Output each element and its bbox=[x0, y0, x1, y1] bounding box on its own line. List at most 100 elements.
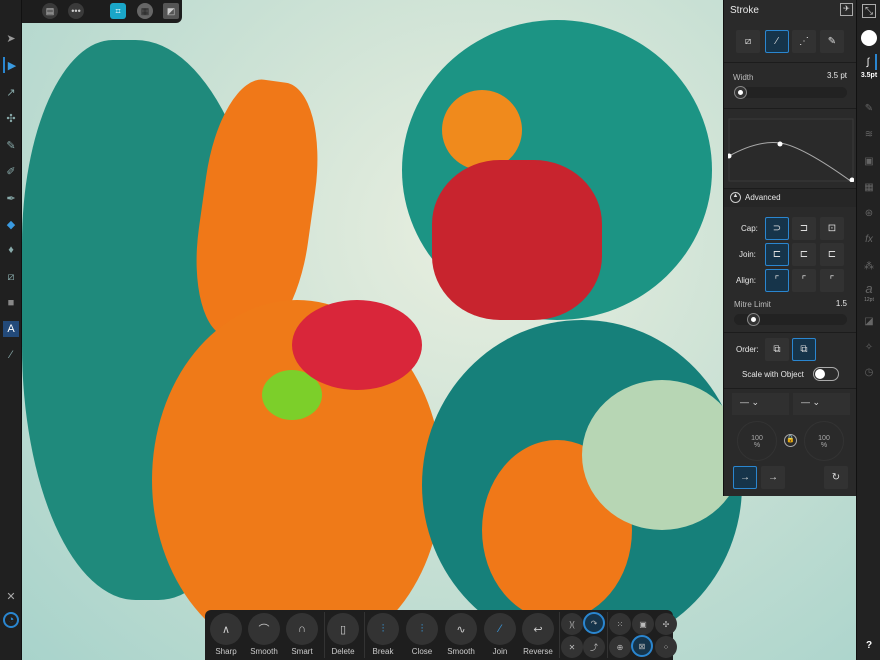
align-inside-button[interactable]: ⌜ bbox=[792, 269, 816, 292]
view-mode-icon[interactable]: ◩ bbox=[163, 3, 179, 19]
point-transform-tool-icon[interactable]: ✣ bbox=[3, 110, 19, 126]
join-button[interactable]: ⁄ Join bbox=[483, 613, 517, 656]
stroke-size-label: 3.5pt bbox=[860, 72, 878, 79]
join-round-button[interactable]: ⊏ bbox=[792, 243, 816, 266]
move-tool-icon[interactable]: ➤ bbox=[3, 30, 19, 46]
effects-icon[interactable]: ▣ bbox=[861, 153, 877, 169]
node-tool-icon[interactable]: ▶ bbox=[3, 57, 19, 73]
end-arrowhead-select[interactable]: — ⌄ bbox=[793, 393, 850, 415]
node-context-toolbar: ∧ Sharp ⌒ Smooth ∩ Smart ▯ Delete ⫶ Break ⫶ Cl… bbox=[205, 610, 677, 660]
order-front-button[interactable]: ⧉ bbox=[792, 338, 816, 361]
shape-tool-icon[interactable]: ■ bbox=[3, 295, 19, 311]
align-center-button[interactable]: ⌜ bbox=[765, 269, 789, 292]
advanced-toggle[interactable]: ▲ Advanced bbox=[724, 189, 857, 207]
break-button[interactable]: ⫶ Break bbox=[366, 613, 400, 656]
arrowhead-outside-button[interactable]: → bbox=[733, 466, 757, 489]
grid-icon[interactable]: ▦ bbox=[137, 3, 153, 19]
panel-title: Stroke bbox=[730, 5, 759, 16]
sharp-button[interactable]: ∧ Sharp bbox=[209, 613, 243, 656]
no-stroke-button[interactable]: ⧄ bbox=[736, 30, 760, 53]
smooth-curve-button[interactable]: ∿ Smooth bbox=[444, 613, 478, 656]
layers-icon[interactable]: ≋ bbox=[861, 126, 877, 142]
arrowhead-inside-button[interactable]: → bbox=[761, 466, 785, 489]
width-slider[interactable] bbox=[734, 87, 847, 98]
cap-round-button[interactable]: ⊐ bbox=[792, 217, 816, 240]
context-icon[interactable]: ◔ bbox=[3, 612, 19, 628]
cap-square-button[interactable]: ⊡ bbox=[820, 217, 844, 240]
fill-color-swatch[interactable] bbox=[861, 30, 877, 46]
order-behind-button[interactable]: ⧉ bbox=[765, 338, 789, 361]
appearance-icon[interactable]: ⊛ bbox=[861, 205, 877, 221]
join-miter-button[interactable]: ⊏ bbox=[765, 243, 789, 266]
collapse-icon: ▲ bbox=[730, 192, 741, 203]
start-scale-dial[interactable]: 100% bbox=[737, 421, 777, 461]
snap-tangent-icon[interactable]: ⤴ bbox=[583, 636, 605, 658]
stroke-studio-icon[interactable]: ∫ bbox=[861, 54, 877, 70]
break-icon: ⫶ bbox=[367, 613, 399, 645]
close-icon[interactable]: ✕ bbox=[3, 588, 19, 604]
lock-icon[interactable]: 🔒 bbox=[784, 434, 797, 447]
swatches-icon[interactable]: ▦ bbox=[861, 179, 877, 195]
fill-tool-icon[interactable]: ◆ bbox=[3, 216, 19, 232]
navigator-icon[interactable]: ✧ bbox=[861, 339, 877, 355]
crop-tool-icon[interactable]: ⧄ bbox=[3, 269, 19, 285]
smart-icon: ∩ bbox=[286, 613, 318, 645]
help-icon[interactable]: ? bbox=[861, 637, 877, 653]
smart-button[interactable]: ∩ Smart bbox=[285, 613, 319, 656]
smooth-node-icon: ⌒ bbox=[248, 613, 280, 645]
align-outside-button[interactable]: ⌜ bbox=[820, 269, 844, 292]
smooth-node-button[interactable]: ⌒ Smooth bbox=[247, 613, 281, 656]
tiger-mouth-art bbox=[292, 300, 422, 390]
pen-tool-icon[interactable]: ✒ bbox=[3, 190, 19, 206]
select-box-icon[interactable]: ▣ bbox=[632, 613, 654, 635]
crosshair-icon[interactable]: ⊕ bbox=[609, 636, 631, 658]
studio-sidebar: ⤡ ∫ 3.5pt ✎ ≋ ▣ ▦ ⊛ fx ⁂ a 12pt ◪ ✧ ◷ ? bbox=[856, 0, 880, 660]
pressure-curve[interactable] bbox=[728, 118, 854, 182]
text-size-label: 12pt bbox=[864, 297, 874, 303]
end-scale-dial[interactable]: 100% bbox=[804, 421, 844, 461]
document-icon[interactable]: ▤ bbox=[42, 3, 58, 19]
scale-with-object-toggle[interactable] bbox=[813, 367, 839, 381]
transform-mode-icon[interactable]: ⊠ bbox=[631, 635, 653, 657]
reverse-button[interactable]: ↩ Reverse bbox=[521, 613, 555, 656]
pencil-tool-icon[interactable]: ✎ bbox=[3, 137, 19, 153]
texture-stroke-button[interactable]: ✎ bbox=[820, 30, 844, 53]
dragon-eye-art bbox=[442, 90, 522, 170]
pin-icon[interactable]: ✈ bbox=[840, 3, 853, 16]
corner-tool-icon[interactable]: ↗ bbox=[3, 84, 19, 100]
snap-option-icon[interactable]: )( bbox=[561, 613, 583, 635]
select-all-nodes-icon[interactable]: ⁙ bbox=[609, 613, 631, 635]
snap-curve-icon[interactable]: ↷ bbox=[583, 612, 605, 634]
join-bevel-button[interactable]: ⊏ bbox=[820, 243, 844, 266]
swap-arrowheads-button[interactable]: ↻ bbox=[824, 466, 848, 489]
snapping-icon[interactable]: ⌗ bbox=[110, 3, 126, 19]
delete-button[interactable]: ▯ Delete bbox=[326, 613, 360, 656]
brushes-icon[interactable]: ✎ bbox=[861, 100, 877, 116]
transform-icon[interactable]: ◪ bbox=[861, 313, 877, 329]
width-value: 3.5 pt bbox=[826, 71, 847, 80]
mitre-slider[interactable] bbox=[734, 314, 847, 325]
expand-icon[interactable]: ⤡ bbox=[862, 4, 876, 18]
start-arrowhead-select[interactable]: — ⌄ bbox=[732, 393, 789, 415]
join-label: Join: bbox=[739, 250, 756, 259]
cap-butt-button[interactable]: ⊃ bbox=[765, 217, 789, 240]
history-icon[interactable]: ◷ bbox=[861, 364, 877, 380]
symbols-icon[interactable]: ⁂ bbox=[861, 258, 877, 274]
advanced-label: Advanced bbox=[745, 193, 781, 202]
transparency-tool-icon[interactable]: ♦ bbox=[3, 242, 19, 258]
close-curve-button[interactable]: ⫶ Close bbox=[405, 613, 439, 656]
contract-icon[interactable]: ⁘ bbox=[655, 636, 677, 658]
more-icon[interactable]: ••• bbox=[68, 3, 84, 19]
dashed-stroke-button[interactable]: ⋰ bbox=[792, 30, 816, 53]
text-styles-icon[interactable]: a bbox=[861, 280, 877, 296]
solid-stroke-button[interactable]: ∕ bbox=[765, 30, 789, 53]
color-picker-tool-icon[interactable]: ⁄ bbox=[3, 347, 19, 363]
text-tool-icon[interactable]: A bbox=[3, 321, 19, 337]
expand-nodes-icon[interactable]: ✣ bbox=[655, 613, 677, 635]
fx-icon[interactable]: fx bbox=[861, 231, 877, 247]
cap-label: Cap: bbox=[741, 224, 758, 233]
vector-brush-tool-icon[interactable]: ✐ bbox=[3, 163, 19, 179]
reverse-icon: ↩ bbox=[522, 613, 554, 645]
width-label: Width bbox=[733, 73, 754, 82]
snap-cross-icon[interactable]: ✕ bbox=[561, 636, 583, 658]
